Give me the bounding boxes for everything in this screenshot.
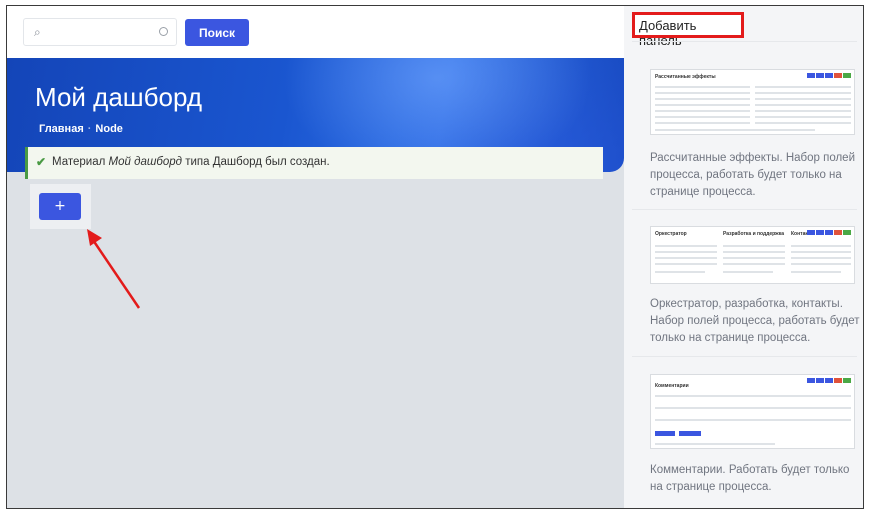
divider [632,209,857,210]
page-title: Мой дашборд [35,82,203,112]
divider [632,41,857,42]
breadcrumb-home-link[interactable]: Главная [39,123,84,135]
panel-thumbnail-orchestrator[interactable]: Оркестратор Разработка и поддержка Конта… [650,226,855,284]
checkmark-icon: ✔ [36,155,47,169]
main-content: ⌕ Поиск Мой дашборд Главная · Node ✔ Матер… [7,6,624,508]
thumbnail-buttons [806,230,851,235]
search-input[interactable]: ⌕ [23,18,177,46]
breadcrumb: Главная · Node [39,123,123,135]
red-arrow-annotation [87,229,141,309]
panel-description-effects: Рассчитанные эффекты. Набор полей процес… [650,152,856,198]
thumbnail-title: Разработка и поддержка [723,231,784,237]
created-node-link[interactable]: Мой дашборд [109,156,182,168]
search-button[interactable]: Поиск [185,19,249,46]
status-message: ✔ Материал Мой дашборд типа Дашборд был … [25,147,603,179]
thumbnail-buttons [806,378,851,383]
add-panel-sidebar: Добавить панель Рассчитанные эффекты Рас… [624,6,863,508]
app-window: ⌕ Поиск Мой дашборд Главная · Node ✔ Матер… [6,5,864,509]
clear-circle-icon[interactable] [159,27,168,36]
thumbnail-title: Комментарии [655,383,689,389]
add-panel-button[interactable]: + [39,193,81,220]
breadcrumb-current: Node [95,123,123,135]
thumbnail-buttons [806,73,851,78]
top-bar: ⌕ Поиск [7,6,624,58]
thumbnail-title: Рассчитанные эффекты [655,74,716,80]
status-message-text: Материал Мой дашборд типа Дашборд был со… [52,156,330,168]
divider [632,356,857,357]
panel-title: Добавить панель [632,12,744,48]
panel-thumbnail-comments[interactable]: Комментарии [650,374,855,449]
panel-description-orchestrator: Оркестратор, разработка, контакты. Набор… [650,298,860,344]
panel-description-comments: Комментарии. Работать будет только на ст… [650,464,850,493]
panel-thumbnail-effects[interactable]: Рассчитанные эффекты [650,69,855,135]
thumbnail-title: Оркестратор [655,231,687,237]
search-icon: ⌕ [34,25,41,39]
